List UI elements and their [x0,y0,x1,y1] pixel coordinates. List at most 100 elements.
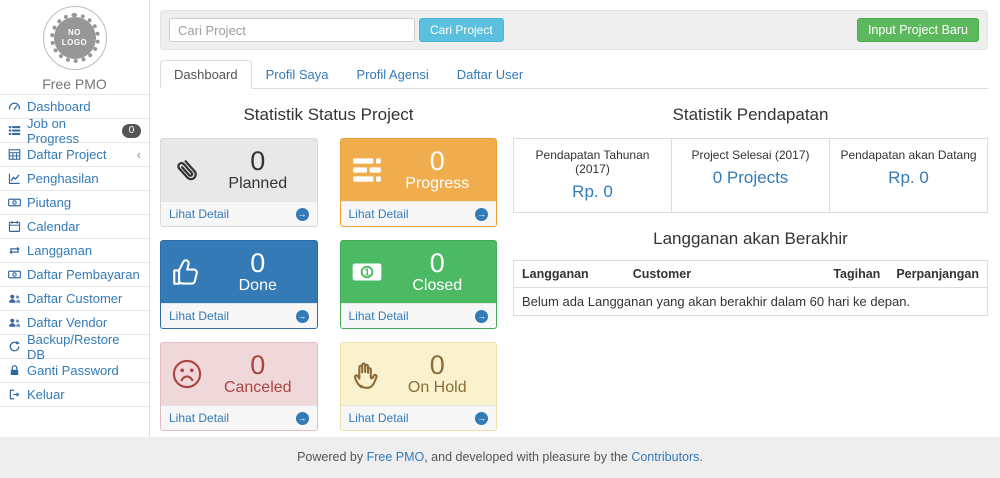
status-card-progress: 0 Progress Lihat Detail → [340,138,498,227]
canceled-label: Canceled [208,379,308,397]
svg-text:1: 1 [364,268,370,279]
onhold-label: On Hold [388,379,488,397]
tab-profil-agensi[interactable]: Profil Agensi [342,60,442,89]
money-icon [8,196,21,209]
tab-dashboard[interactable]: Dashboard [160,60,252,89]
income-stat-project-selesai: Project Selesai (2017) 0 Projects [671,139,829,212]
chevron-left-icon: ‹ [137,148,141,161]
users-icon [8,316,21,329]
arrow-right-icon: → [296,310,309,323]
closed-label: Closed [388,277,488,295]
tachometer-icon [8,100,21,113]
lihat-detail-link-progress[interactable]: Lihat Detail → [341,201,497,226]
money-icon [8,268,21,281]
status-card-closed: 1 0 Closed Lihat Detail → [340,240,498,329]
column-header-tagihan: Tagihan [814,261,889,288]
sidebar-item-daftar-customer[interactable]: Daftar Customer [0,287,149,311]
lihat-detail-link-done[interactable]: Lihat Detail → [161,303,317,328]
sign-out-icon [8,388,21,401]
planned-count: 0 [208,147,308,175]
brand-block: NO LOGO Free PMO [0,0,149,95]
arrow-right-icon: → [475,208,488,221]
tab-daftar-user[interactable]: Daftar User [443,60,537,89]
income-section: Statistik Pendapatan Pendapatan Tahunan … [513,95,988,431]
footer-text: , and developed with pleasure by the [424,450,631,464]
sidebar-item-label: Ganti Password [27,363,119,378]
sidebar-item-label: Dashboard [27,99,91,114]
status-card-done: 0 Done Lihat Detail → [160,240,318,329]
income-stats-table: Pendapatan Tahunan (2017) Rp. 0 Project … [513,138,988,213]
done-count: 0 [208,249,308,277]
status-card-on-hold: 0 On Hold Lihat Detail → [340,342,498,431]
sidebar-item-calendar[interactable]: Calendar [0,215,149,239]
search-input[interactable] [169,18,415,42]
app-body: NO LOGO Free PMO Dashboard [0,0,1000,437]
sidebar-item-daftar-pembayaran[interactable]: Daftar Pembayaran [0,263,149,287]
column-header-langganan: Langganan [514,261,625,288]
subscription-empty-row: Belum ada Langganan yang akan berakhir d… [514,288,988,316]
frown-icon [170,357,204,391]
search-bar: Cari Project Input Project Baru [160,10,988,50]
sidebar-item-ganti-password[interactable]: Ganti Password [0,359,149,383]
sidebar-item-label: Keluar [27,387,65,402]
sidebar-item-langganan[interactable]: Langganan [0,239,149,263]
input-project-baru-button[interactable]: Input Project Baru [857,18,979,42]
sidebar-item-label: Daftar Customer [27,291,122,306]
money-bill-icon: 1 [350,255,384,289]
income-stat-pendapatan-tahunan: Pendapatan Tahunan (2017) Rp. 0 [514,139,671,212]
logo-line1: NO [68,28,81,38]
status-section-title: Statistik Status Project [160,105,497,125]
arrow-right-icon: → [296,412,309,425]
sidebar-item-piutang[interactable]: Piutang [0,191,149,215]
search-button[interactable]: Cari Project [419,18,504,42]
income-stat-pendapatan-akan-datang: Pendapatan akan Datang Rp. 0 [829,139,987,212]
sidebar-menu: Dashboard Job on Progress 0 Daftar Proje… [0,95,149,407]
dashboard-content: Statistik Status Project 0 Planned [160,89,988,431]
status-card-canceled: 0 Canceled Lihat Detail → [160,342,318,431]
subscription-table-header-row: Langganan Customer Tagihan Perpanjangan [514,261,988,288]
contributors-link[interactable]: Contributors. [631,450,703,464]
lihat-detail-link-canceled[interactable]: Lihat Detail → [161,405,317,430]
income-section-title: Statistik Pendapatan [513,105,988,125]
lihat-detail-link-on-hold[interactable]: Lihat Detail → [341,405,497,430]
free-pmo-dashboard-page: NO LOGO Free PMO Dashboard [0,0,1000,478]
tab-bar: Dashboard Profil Saya Profil Agensi Daft… [160,60,988,89]
sidebar-item-keluar[interactable]: Keluar [0,383,149,407]
job-count-badge: 0 [122,124,141,138]
onhold-count: 0 [388,351,488,379]
no-logo-badge: NO LOGO [43,6,107,70]
planned-label: Planned [208,175,308,193]
footer-text: Powered by [297,450,366,464]
status-card-planned: 0 Planned Lihat Detail → [160,138,318,227]
users-icon [8,292,21,305]
sidebar-item-daftar-project[interactable]: Daftar Project ‹ [0,143,149,167]
column-header-perpanjangan: Perpanjangan [888,261,987,288]
column-header-customer: Customer [625,261,814,288]
sidebar-item-label: Daftar Pembayaran [27,267,140,282]
refresh-icon [8,340,21,353]
free-pmo-link[interactable]: Free PMO [367,450,425,464]
table-icon [8,148,21,161]
brand-name: Free PMO [0,76,149,92]
lihat-detail-link-planned[interactable]: Lihat Detail → [161,201,317,226]
status-section: Statistik Status Project 0 Planned [160,95,497,431]
line-chart-icon [8,172,21,185]
canceled-count: 0 [208,351,308,379]
sidebar-item-label: Calendar [27,219,80,234]
arrow-right-icon: → [475,412,488,425]
sidebar-item-backup-restore-db[interactable]: Backup/Restore DB [0,335,149,359]
hand-icon [350,357,384,391]
sidebar-item-job-on-progress[interactable]: Job on Progress 0 [0,119,149,143]
tab-profil-saya[interactable]: Profil Saya [252,60,343,89]
sidebar-item-label: Penghasilan [27,171,99,186]
closed-count: 0 [388,249,488,277]
sidebar-item-penghasilan[interactable]: Penghasilan [0,167,149,191]
status-cards-grid: 0 Planned Lihat Detail → [160,138,497,431]
main-content: Cari Project Input Project Baru Dashboar… [150,0,1000,437]
lihat-detail-link-closed[interactable]: Lihat Detail → [341,303,497,328]
retweet-icon [8,244,21,257]
subscription-empty-message: Belum ada Langganan yang akan berakhir d… [514,288,988,316]
calendar-icon [8,220,21,233]
arrow-right-icon: → [296,208,309,221]
sidebar-item-label: Backup/Restore DB [27,332,141,362]
